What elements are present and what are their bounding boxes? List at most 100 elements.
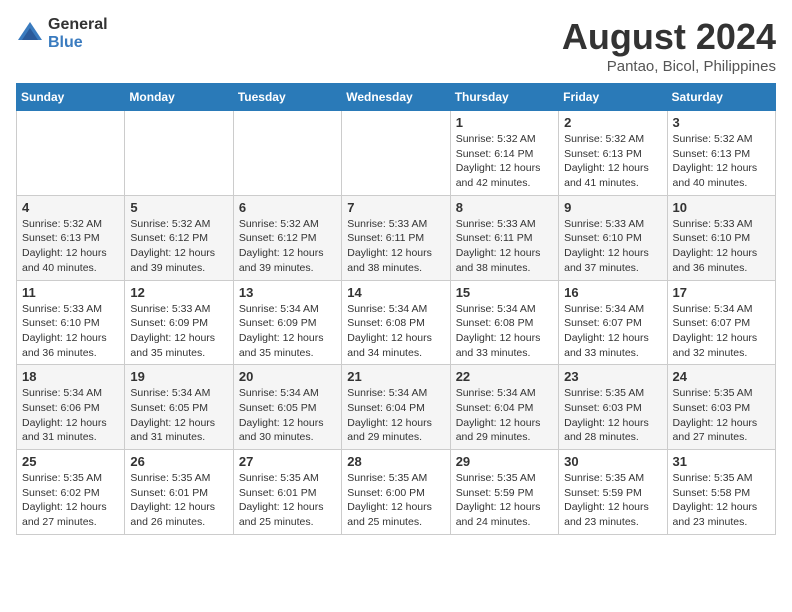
- day-info: Sunrise: 5:33 AM Sunset: 6:10 PM Dayligh…: [673, 217, 770, 276]
- calendar-cell: 7 Sunrise: 5:33 AM Sunset: 6:11 PM Daylig…: [342, 195, 450, 280]
- logo-icon: [16, 20, 44, 48]
- day-number: 5: [130, 200, 227, 215]
- calendar-cell: 12Sunrise: 5:33 AM Sunset: 6:09 PM Dayli…: [125, 280, 233, 365]
- day-number: 29: [456, 454, 553, 469]
- calendar-cell: 3 Sunrise: 5:32 AM Sunset: 6:13 PM Daylig…: [667, 111, 775, 196]
- logo-blue: Blue: [48, 34, 108, 52]
- day-number: 22: [456, 369, 553, 384]
- calendar-cell: [125, 111, 233, 196]
- day-number: 26: [130, 454, 227, 469]
- day-info: Sunrise: 5:34 AM Sunset: 6:07 PM Dayligh…: [564, 302, 661, 361]
- day-info: Sunrise: 5:34 AM Sunset: 6:04 PM Dayligh…: [347, 386, 444, 445]
- calendar-cell: 19Sunrise: 5:34 AM Sunset: 6:05 PM Dayli…: [125, 365, 233, 450]
- calendar-cell: 21 Sunrise: 5:34 AM Sunset: 6:04 PM Dayli…: [342, 365, 450, 450]
- calendar-cell: 16 Sunrise: 5:34 AM Sunset: 6:07 PM Dayli…: [559, 280, 667, 365]
- calendar-cell: 9 Sunrise: 5:33 AM Sunset: 6:10 PM Daylig…: [559, 195, 667, 280]
- week-row-2: 4 Sunrise: 5:32 AM Sunset: 6:13 PM Daylig…: [17, 195, 776, 280]
- subtitle: Pantao, Bicol, Philippines: [562, 58, 776, 75]
- week-row-1: 1 Sunrise: 5:32 AM Sunset: 6:14 PM Daylig…: [17, 111, 776, 196]
- calendar-cell: [233, 111, 341, 196]
- day-number: 30: [564, 454, 661, 469]
- calendar-cell: 23 Sunrise: 5:35 AM Sunset: 6:03 PM Dayli…: [559, 365, 667, 450]
- day-info: Sunrise: 5:35 AM Sunset: 5:58 PM Dayligh…: [673, 471, 770, 530]
- day-info: Sunrise: 5:33 AM Sunset: 6:10 PM Dayligh…: [22, 302, 119, 361]
- day-info: Sunrise: 5:34 AM Sunset: 6:08 PM Dayligh…: [347, 302, 444, 361]
- day-info: Sunrise: 5:34 AM Sunset: 6:05 PM Dayligh…: [239, 386, 336, 445]
- day-info: Sunrise: 5:34 AM Sunset: 6:09 PM Dayligh…: [239, 302, 336, 361]
- day-number: 3: [673, 115, 770, 130]
- page-header: General Blue August 2024 Pantao, Bicol, …: [16, 16, 776, 75]
- day-number: 31: [673, 454, 770, 469]
- day-info: Sunrise: 5:34 AM Sunset: 6:05 PM Dayligh…: [130, 386, 227, 445]
- day-number: 9: [564, 200, 661, 215]
- calendar-cell: 2 Sunrise: 5:32 AM Sunset: 6:13 PM Daylig…: [559, 111, 667, 196]
- logo-text: General Blue: [48, 16, 108, 51]
- day-header-monday: Monday: [125, 84, 233, 111]
- calendar-cell: 29 Sunrise: 5:35 AM Sunset: 5:59 PM Dayli…: [450, 450, 558, 535]
- day-info: Sunrise: 5:32 AM Sunset: 6:13 PM Dayligh…: [22, 217, 119, 276]
- day-number: 16: [564, 285, 661, 300]
- day-header-wednesday: Wednesday: [342, 84, 450, 111]
- day-number: 7: [347, 200, 444, 215]
- day-info: Sunrise: 5:35 AM Sunset: 5:59 PM Dayligh…: [456, 471, 553, 530]
- day-info: Sunrise: 5:33 AM Sunset: 6:11 PM Dayligh…: [347, 217, 444, 276]
- week-row-3: 11 Sunrise: 5:33 AM Sunset: 6:10 PM Dayli…: [17, 280, 776, 365]
- calendar-cell: 27Sunrise: 5:35 AM Sunset: 6:01 PM Dayli…: [233, 450, 341, 535]
- calendar-cell: 8Sunrise: 5:33 AM Sunset: 6:11 PM Daylig…: [450, 195, 558, 280]
- calendar-table: SundayMondayTuesdayWednesdayThursdayFrid…: [16, 83, 776, 535]
- day-number: 13: [239, 285, 336, 300]
- day-info: Sunrise: 5:35 AM Sunset: 5:59 PM Dayligh…: [564, 471, 661, 530]
- day-number: 2: [564, 115, 661, 130]
- day-header-friday: Friday: [559, 84, 667, 111]
- calendar-cell: 4 Sunrise: 5:32 AM Sunset: 6:13 PM Daylig…: [17, 195, 125, 280]
- day-info: Sunrise: 5:34 AM Sunset: 6:04 PM Dayligh…: [456, 386, 553, 445]
- day-info: Sunrise: 5:32 AM Sunset: 6:13 PM Dayligh…: [564, 132, 661, 191]
- calendar-cell: 30 Sunrise: 5:35 AM Sunset: 5:59 PM Dayli…: [559, 450, 667, 535]
- main-title: August 2024: [562, 16, 776, 58]
- week-row-4: 18Sunrise: 5:34 AM Sunset: 6:06 PM Dayli…: [17, 365, 776, 450]
- calendar-cell: 26 Sunrise: 5:35 AM Sunset: 6:01 PM Dayli…: [125, 450, 233, 535]
- day-number: 11: [22, 285, 119, 300]
- calendar-cell: 24 Sunrise: 5:35 AM Sunset: 6:03 PM Dayli…: [667, 365, 775, 450]
- day-header-saturday: Saturday: [667, 84, 775, 111]
- logo-general: General: [48, 16, 108, 34]
- day-number: 12: [130, 285, 227, 300]
- day-info: Sunrise: 5:35 AM Sunset: 6:01 PM Dayligh…: [130, 471, 227, 530]
- calendar-cell: 10Sunrise: 5:33 AM Sunset: 6:10 PM Dayli…: [667, 195, 775, 280]
- day-info: Sunrise: 5:32 AM Sunset: 6:13 PM Dayligh…: [673, 132, 770, 191]
- day-info: Sunrise: 5:33 AM Sunset: 6:10 PM Dayligh…: [564, 217, 661, 276]
- day-number: 21: [347, 369, 444, 384]
- calendar-cell: 28 Sunrise: 5:35 AM Sunset: 6:00 PM Dayli…: [342, 450, 450, 535]
- calendar-cell: 22 Sunrise: 5:34 AM Sunset: 6:04 PM Dayli…: [450, 365, 558, 450]
- calendar-cell: 14 Sunrise: 5:34 AM Sunset: 6:08 PM Dayli…: [342, 280, 450, 365]
- calendar-cell: 17Sunrise: 5:34 AM Sunset: 6:07 PM Dayli…: [667, 280, 775, 365]
- days-header-row: SundayMondayTuesdayWednesdayThursdayFrid…: [17, 84, 776, 111]
- title-section: August 2024 Pantao, Bicol, Philippines: [562, 16, 776, 75]
- day-info: Sunrise: 5:35 AM Sunset: 6:03 PM Dayligh…: [564, 386, 661, 445]
- day-number: 28: [347, 454, 444, 469]
- day-header-sunday: Sunday: [17, 84, 125, 111]
- day-number: 27: [239, 454, 336, 469]
- day-info: Sunrise: 5:35 AM Sunset: 6:00 PM Dayligh…: [347, 471, 444, 530]
- day-number: 24: [673, 369, 770, 384]
- day-number: 1: [456, 115, 553, 130]
- day-number: 4: [22, 200, 119, 215]
- day-number: 6: [239, 200, 336, 215]
- day-number: 18: [22, 369, 119, 384]
- day-info: Sunrise: 5:35 AM Sunset: 6:03 PM Dayligh…: [673, 386, 770, 445]
- day-info: Sunrise: 5:32 AM Sunset: 6:14 PM Dayligh…: [456, 132, 553, 191]
- calendar-cell: 6 Sunrise: 5:32 AM Sunset: 6:12 PM Daylig…: [233, 195, 341, 280]
- day-info: Sunrise: 5:35 AM Sunset: 6:02 PM Dayligh…: [22, 471, 119, 530]
- day-number: 8: [456, 200, 553, 215]
- calendar-cell: 5 Sunrise: 5:32 AM Sunset: 6:12 PM Daylig…: [125, 195, 233, 280]
- calendar-cell: [342, 111, 450, 196]
- day-number: 25: [22, 454, 119, 469]
- week-row-5: 25 Sunrise: 5:35 AM Sunset: 6:02 PM Dayli…: [17, 450, 776, 535]
- day-info: Sunrise: 5:32 AM Sunset: 6:12 PM Dayligh…: [130, 217, 227, 276]
- calendar-cell: 31 Sunrise: 5:35 AM Sunset: 5:58 PM Dayli…: [667, 450, 775, 535]
- calendar-cell: 11 Sunrise: 5:33 AM Sunset: 6:10 PM Dayli…: [17, 280, 125, 365]
- day-info: Sunrise: 5:32 AM Sunset: 6:12 PM Dayligh…: [239, 217, 336, 276]
- calendar-cell: 20Sunrise: 5:34 AM Sunset: 6:05 PM Dayli…: [233, 365, 341, 450]
- day-number: 23: [564, 369, 661, 384]
- day-number: 14: [347, 285, 444, 300]
